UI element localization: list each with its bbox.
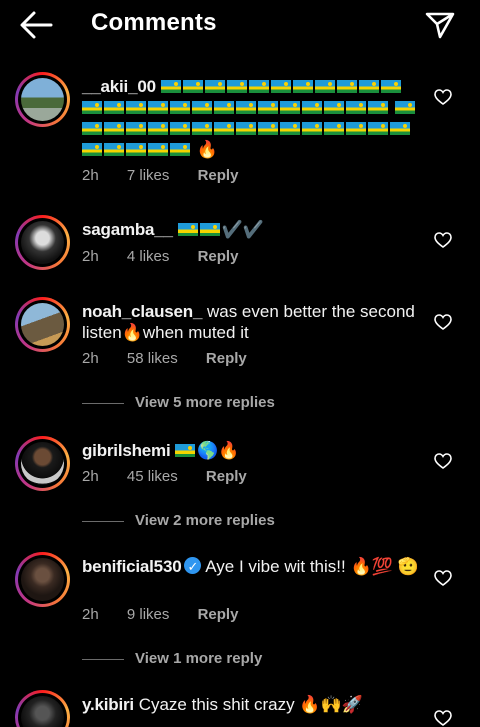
reply-button[interactable]: Reply xyxy=(198,167,239,184)
heart-icon[interactable] xyxy=(434,232,452,248)
comment-item: __akii_00 🔥 2h 7 likes Reply xyxy=(0,72,480,192)
comment-time: 2h xyxy=(82,468,99,485)
avatar[interactable] xyxy=(15,215,70,270)
verified-badge-icon xyxy=(184,556,202,577)
back-arrow-icon[interactable] xyxy=(18,10,54,40)
comment-item: benificial530 Aye I vibe wit this!! 🔥💯 🫡… xyxy=(0,552,480,677)
comment-item: sagamba__ ✔️✔️ 2h 4 likes Reply xyxy=(0,215,480,275)
flag-emoji-run xyxy=(177,220,222,239)
comment-username[interactable]: benificial530 xyxy=(82,557,182,576)
paper-plane-icon[interactable] xyxy=(424,10,456,40)
comment-username[interactable]: __akii_00 xyxy=(82,77,156,96)
comment-likes[interactable]: 7 likes xyxy=(127,167,170,184)
comment-text: ✔️✔️ xyxy=(221,220,264,239)
view-more-label[interactable]: View 2 more replies xyxy=(135,512,275,529)
avatar[interactable] xyxy=(15,552,70,607)
divider-line xyxy=(82,521,124,522)
heart-icon[interactable] xyxy=(434,89,452,105)
comment-time: 2h xyxy=(82,248,99,265)
page-title: Comments xyxy=(91,9,217,36)
comment-item: noah_clausen_ was even better the second… xyxy=(0,297,480,417)
comment-text: 🌎🔥 xyxy=(197,441,240,460)
comment-username[interactable]: sagamba__ xyxy=(82,220,173,239)
comment-username[interactable]: gibrilshemi xyxy=(82,441,171,460)
heart-icon[interactable] xyxy=(434,453,452,469)
reply-button[interactable]: Reply xyxy=(198,606,239,623)
avatar[interactable] xyxy=(15,436,70,491)
comment-time: 2h xyxy=(82,167,99,184)
divider-line xyxy=(82,403,124,404)
comment-username[interactable]: noah_clausen_ xyxy=(82,302,202,321)
heart-icon[interactable] xyxy=(434,710,452,726)
reply-button[interactable]: Reply xyxy=(206,468,247,485)
comment-item: gibrilshemi 🌎🔥 2h 45 likes Reply View 2 … xyxy=(0,436,480,536)
comment-likes[interactable]: 58 likes xyxy=(127,350,178,367)
comment-likes[interactable]: 45 likes xyxy=(127,468,178,485)
comment-username[interactable]: y.kibiri xyxy=(82,695,134,714)
view-more-label[interactable]: View 5 more replies xyxy=(135,394,275,411)
avatar[interactable] xyxy=(15,297,70,352)
comment-likes[interactable]: 9 likes xyxy=(127,606,170,623)
heart-icon[interactable] xyxy=(434,314,452,330)
comment-text: Cyaze this shit crazy 🔥🙌🚀 xyxy=(138,695,363,714)
heart-icon[interactable] xyxy=(434,570,452,586)
comment-item: y.kibiri Cyaze this shit crazy 🔥🙌🚀 xyxy=(0,690,480,727)
view-more-label[interactable]: View 1 more reply xyxy=(135,650,262,667)
comment-time: 2h xyxy=(82,606,99,623)
comment-text: Aye I vibe wit this!! 🔥💯 🫡 xyxy=(205,557,419,576)
reply-button[interactable]: Reply xyxy=(198,248,239,265)
reply-button[interactable]: Reply xyxy=(206,350,247,367)
comment-time: 2h xyxy=(82,350,99,367)
comment-text: 🔥 xyxy=(196,140,218,159)
comment-likes[interactable]: 4 likes xyxy=(127,248,170,265)
header-bar: Comments xyxy=(0,0,480,50)
avatar[interactable] xyxy=(15,690,70,727)
avatar[interactable] xyxy=(15,72,70,127)
divider-line xyxy=(82,659,124,660)
flag-emoji-run xyxy=(175,441,197,460)
